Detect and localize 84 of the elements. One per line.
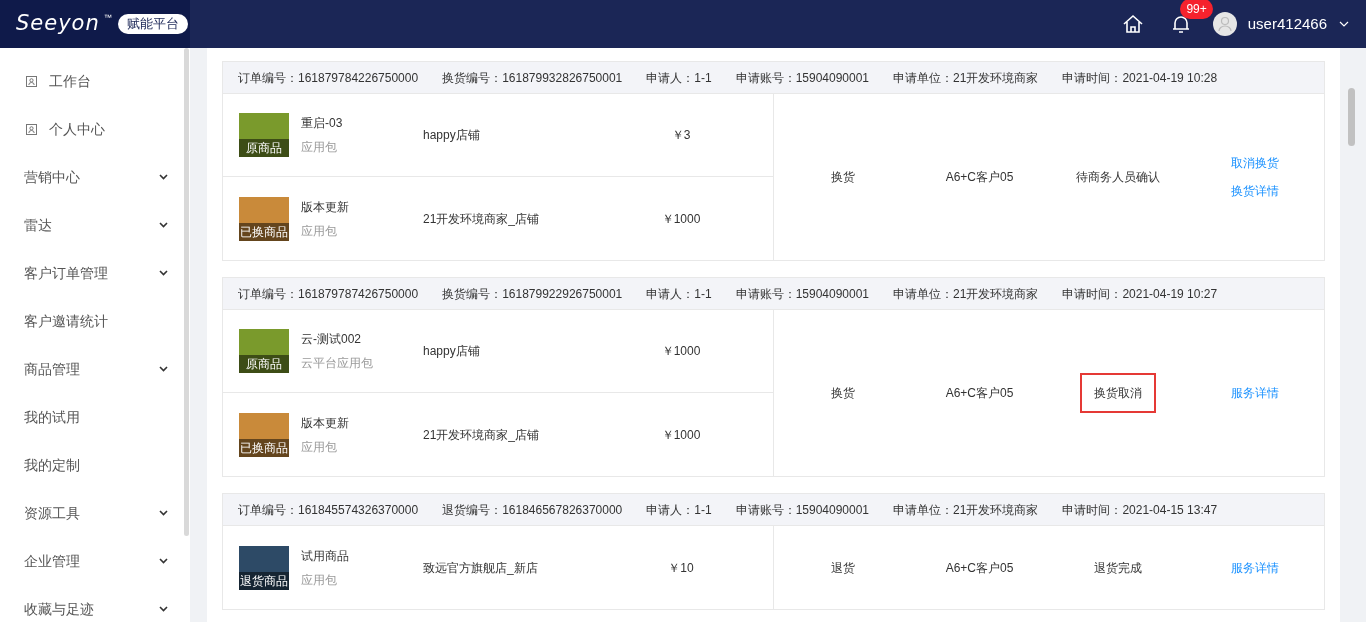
product-name[interactable]: 云-测试002	[301, 330, 423, 348]
price: ￥10	[667, 559, 695, 577]
order-info: 申请人：1-1	[646, 285, 712, 303]
product-name[interactable]: 试用商品	[301, 546, 423, 565]
home-icon[interactable]	[1121, 14, 1144, 34]
order-status: 退货完成	[1094, 559, 1142, 577]
order-info: 申请人：1-1	[646, 501, 712, 519]
sidebar-item[interactable]: 商品管理	[0, 345, 190, 393]
product-category: 应用包	[301, 438, 338, 456]
product-tag: 退货商品	[239, 571, 289, 590]
order-info: 换货编号：161879932826750001	[442, 69, 623, 87]
sidebar-item[interactable]: 雷达	[0, 201, 190, 249]
order-status: 待商务人员确认	[1076, 169, 1160, 186]
price: ￥1000	[660, 210, 702, 228]
order-info: 申请时间：2021-04-19 10:28	[1062, 69, 1218, 87]
order-info: 订单编号：161879787426750000	[238, 285, 419, 303]
store-name: happy店铺	[423, 343, 481, 360]
product-tag: 已换商品	[239, 222, 289, 241]
trademark: ™	[103, 12, 112, 24]
chevron-down-icon	[159, 222, 168, 228]
order-info: 订单编号：161845574326370000	[238, 501, 419, 519]
avatar-icon[interactable]	[1212, 12, 1237, 36]
order-info: 申请单位：21开发环境商家	[893, 501, 1039, 519]
order-info: 申请单位：21开发环境商家	[893, 285, 1039, 303]
product-tag: 原商品	[239, 139, 289, 157]
store-name: 致远官方旗舰店_新店	[423, 559, 539, 577]
product-category: 云平台应用包	[301, 355, 374, 372]
sidebar-item[interactable]: 客户邀请统计	[0, 297, 190, 345]
sidebar-item[interactable]: 客户订单管理	[0, 249, 190, 297]
order-info: 申请时间：2021-04-15 13:47	[1062, 501, 1218, 519]
store-name: 21开发环境商家_店铺	[423, 426, 541, 444]
chevron-down-icon	[159, 606, 168, 612]
customer-name: A6+C客户05	[945, 169, 1014, 186]
order-status: 换货取消	[1080, 373, 1156, 413]
logo[interactable]: Seeyon	[16, 8, 100, 40]
contact-card-icon	[26, 75, 37, 87]
product-name[interactable]: 重启-03	[301, 114, 423, 132]
product-category: 应用包	[301, 139, 338, 156]
order-info: 订单编号：161879784226750000	[238, 69, 419, 87]
sidebar-item[interactable]: 收藏与足迹	[0, 585, 190, 622]
service-type: 换货	[830, 169, 855, 186]
order-info: 申请账号：15904090001	[735, 69, 870, 87]
sidebar-item[interactable]: 个人中心	[0, 105, 190, 153]
sidebar-item[interactable]: 我的定制	[0, 441, 190, 489]
customer-name: A6+C客户05	[945, 559, 1014, 577]
sidebar-item[interactable]: 资源工具	[0, 489, 190, 537]
sidebar-item[interactable]: 企业管理	[0, 537, 190, 585]
sidebar-item[interactable]: 工作台	[0, 57, 190, 105]
sidebar-item[interactable]: 营销中心	[0, 153, 190, 201]
price: ￥1000	[660, 343, 702, 360]
store-name: 21开发环境商家_店铺	[423, 210, 541, 228]
product-name[interactable]: 版本更新	[301, 197, 423, 216]
order-info: 申请单位：21开发环境商家	[893, 69, 1039, 87]
order-info: 申请时间：2021-04-19 10:27	[1062, 285, 1218, 303]
order-info: 申请账号：15904090001	[735, 285, 870, 303]
order-info: 退货编号：161846567826370000	[442, 501, 623, 519]
username[interactable]: user412466	[1247, 12, 1327, 36]
price: ￥3	[670, 127, 692, 144]
bell-icon[interactable]	[1170, 14, 1191, 34]
product-tag: 原商品	[239, 355, 289, 373]
chevron-down-icon	[159, 270, 168, 276]
chevron-down-icon	[159, 366, 168, 372]
service-type: 换货	[830, 385, 855, 402]
service-type: 退货	[830, 559, 855, 577]
product-name[interactable]: 版本更新	[301, 413, 423, 432]
price: ￥1000	[660, 426, 702, 444]
platform-badge: 赋能平台	[117, 14, 188, 34]
chevron-down-icon	[159, 558, 168, 564]
chevron-down-icon[interactable]	[1339, 21, 1349, 27]
product-tag: 已换商品	[239, 438, 289, 457]
contact-card-icon	[26, 123, 37, 135]
chevron-down-icon	[159, 174, 168, 180]
notification-badge: 99+	[1180, 0, 1213, 19]
customer-name: A6+C客户05	[945, 385, 1014, 402]
chevron-down-icon	[159, 510, 168, 516]
sidebar-item[interactable]: 我的试用	[0, 393, 190, 441]
product-category: 应用包	[301, 571, 338, 589]
scrollbar[interactable]	[184, 48, 189, 536]
product-category: 应用包	[301, 222, 338, 240]
order-info: 申请人：1-1	[646, 69, 712, 87]
scrollbar[interactable]	[1348, 88, 1355, 146]
order-info: 换货编号：161879922926750001	[442, 285, 623, 303]
order-info: 申请账号：15904090001	[735, 501, 870, 519]
store-name: happy店铺	[423, 127, 481, 144]
